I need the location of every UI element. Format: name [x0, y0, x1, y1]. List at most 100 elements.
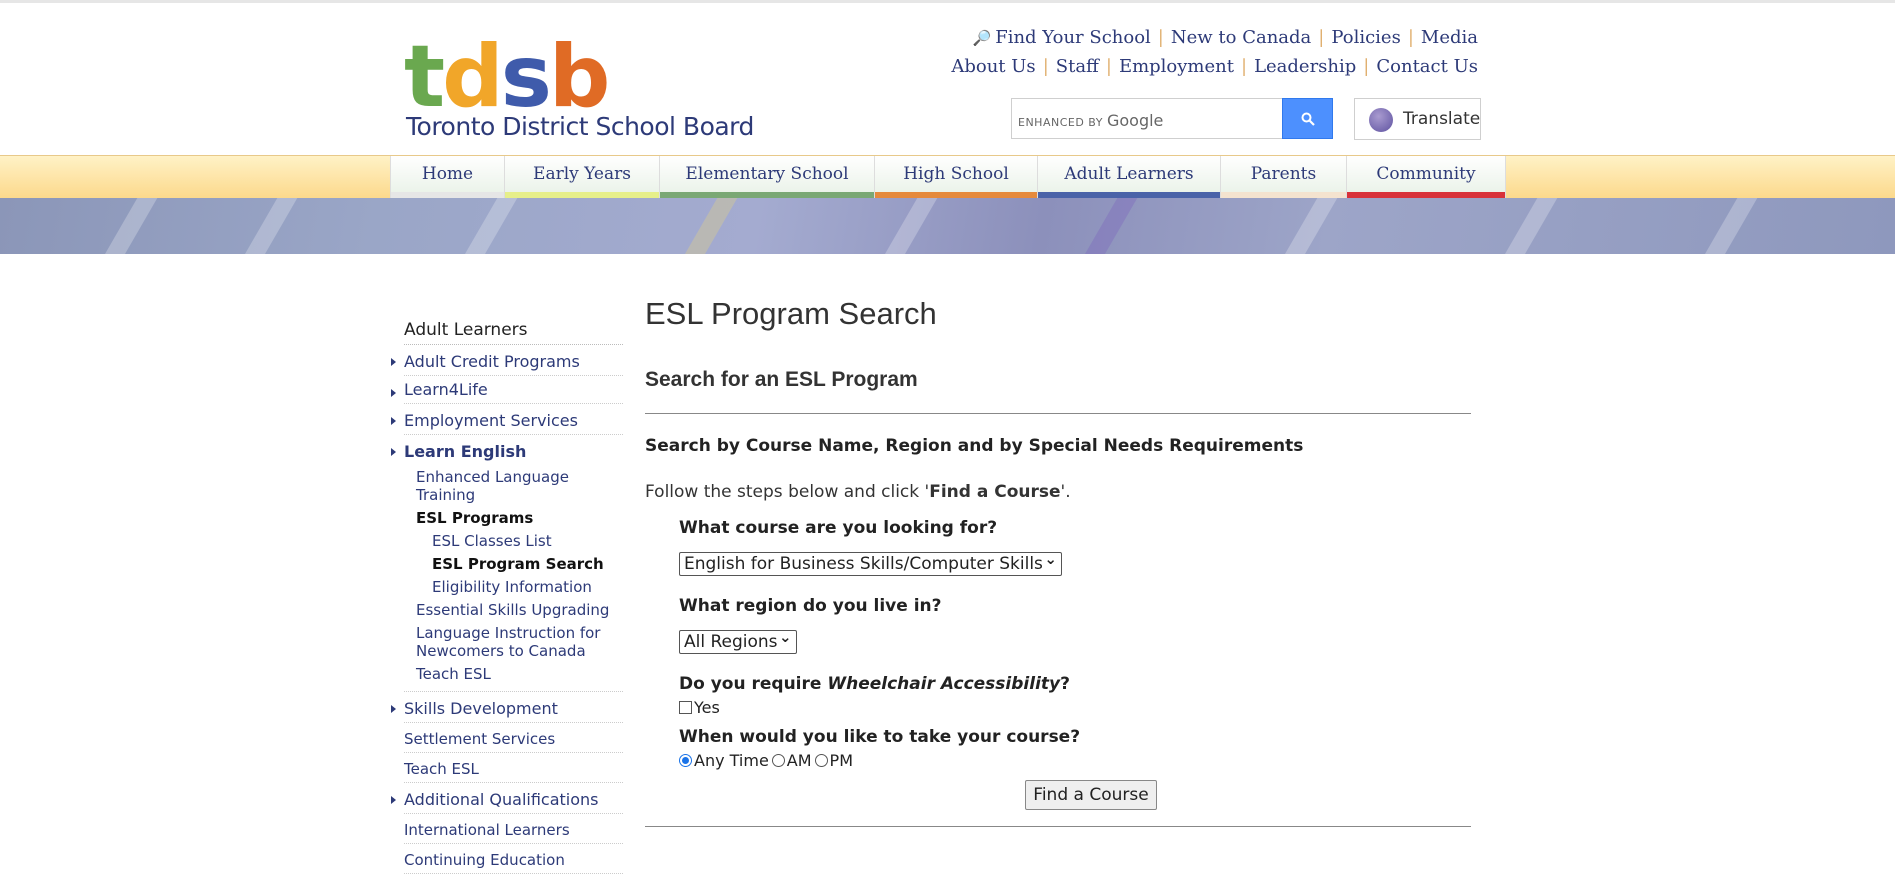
link-staff[interactable]: Staff [1056, 56, 1099, 77]
header-banner [0, 198, 1895, 254]
nav-tab-home[interactable]: Home [390, 156, 504, 198]
region-select[interactable]: All Regions [679, 628, 797, 654]
wheelchair-question-after: ? [1060, 674, 1070, 694]
nav-tab-adult-learners[interactable]: Adult Learners [1037, 156, 1220, 198]
section-subtitle: Search by Course Name, Region and by Spe… [645, 436, 1304, 456]
intro-bold: Find a Course [929, 482, 1061, 502]
intro-text: Follow the steps below and click 'Find a… [645, 482, 1471, 502]
wheelchair-checkbox[interactable] [679, 701, 692, 714]
search-icon [1301, 112, 1315, 126]
utility-links-row1: 🔎 Find Your School | New to Canada | Policies… [973, 27, 1478, 48]
nav-tab-label: Community [1376, 164, 1476, 184]
nav-tab-label: Adult Learners [1064, 164, 1194, 184]
separator: | [1042, 56, 1049, 77]
search-label-brand: Google [1106, 111, 1164, 130]
wheelchair-yes-label: Yes [694, 698, 720, 717]
link-media[interactable]: Media [1421, 27, 1478, 48]
nav-tab-elementary-school[interactable]: Elementary School [659, 156, 874, 198]
button-row: Find a Course [645, 780, 1471, 810]
wheelchair-question: Do you require Wheelchair Accessibility? [679, 674, 1471, 694]
link-find-your-school[interactable]: Find Your School [995, 27, 1151, 48]
nav-tab-community[interactable]: Community [1346, 156, 1506, 198]
sidebar-item-eligibility-information[interactable]: Eligibility Information [404, 575, 623, 598]
nav-tab-label: Parents [1250, 164, 1317, 184]
sidebar-heading[interactable]: Adult Learners [404, 320, 623, 345]
sidebar-item-adult-credit-programs[interactable]: Adult Credit Programs [391, 345, 623, 376]
wheelchair-yes-option[interactable]: Yes [679, 698, 1471, 717]
link-leadership[interactable]: Leadership [1254, 56, 1356, 77]
utility-links-row2: About Us | Staff | Employment | Leadership | Con… [951, 56, 1478, 77]
time-question: When would you like to take your course? [679, 727, 1081, 747]
sidebar-item-esl-classes-list[interactable]: ESL Classes List [404, 529, 623, 552]
top-border [0, 0, 1895, 3]
search-button[interactable] [1282, 98, 1333, 139]
logo-letter-s: s [500, 27, 552, 127]
sidebar-item-continuing-education[interactable]: Continuing Education [404, 844, 623, 874]
wheelchair-question-emphasis: Wheelchair Accessibility [827, 674, 1061, 694]
link-contact-us[interactable]: Contact Us [1376, 56, 1478, 77]
sidebar-item-skills-development[interactable]: Skills Development [391, 692, 623, 723]
link-new-to-canada[interactable]: New to Canada [1171, 27, 1311, 48]
sidebar-item-learn4life[interactable]: Learn4Life [391, 376, 623, 404]
intro-before: Follow the steps below and click ' [645, 482, 930, 502]
radio-am[interactable] [771, 754, 785, 767]
main-nav: Home Early Years Elementary School High Sch… [390, 156, 1506, 198]
sidebar-item-settlement-services[interactable]: Settlement Services [404, 723, 623, 753]
wheelchair-question-before: Do you require [679, 674, 828, 694]
find-course-button[interactable]: Find a Course [1025, 780, 1157, 810]
nav-tab-early-years[interactable]: Early Years [504, 156, 659, 198]
logo-letter-d: d [442, 27, 504, 127]
globe-icon [1369, 108, 1393, 132]
link-about-us[interactable]: About Us [951, 56, 1035, 77]
translate-button[interactable]: Translate [1354, 98, 1481, 140]
nav-tab-high-school[interactable]: High School [874, 156, 1037, 198]
magnifier-icon: 🔎 [972, 29, 992, 47]
site-search-input[interactable]: ENHANCED BY Google [1011, 98, 1333, 139]
sidebar-item-teach-esl[interactable]: Teach ESL [404, 753, 623, 783]
radio-pm-label: PM [829, 751, 853, 770]
radio-any-time[interactable] [679, 754, 692, 767]
separator: | [1105, 56, 1112, 77]
link-employment[interactable]: Employment [1119, 56, 1234, 77]
course-select[interactable]: English for Business Skills/Computer Ski… [679, 550, 1062, 576]
sidebar-item-esl-programs[interactable]: ESL Programs [404, 506, 623, 529]
intro-after: '. [1060, 482, 1071, 502]
search-label-prefix: ENHANCED BY [1018, 116, 1103, 129]
search-enhanced-label: ENHANCED BY Google [1018, 111, 1163, 130]
page-title: ESL Program Search [645, 296, 937, 331]
nav-tab-label: Elementary School [685, 164, 849, 184]
sidebar-item-teach-esl-sub[interactable]: Teach ESL [404, 662, 623, 685]
section-title: Search for an ESL Program [645, 368, 1471, 414]
sidebar-item-esl-program-search[interactable]: ESL Program Search [404, 552, 623, 575]
separator: | [1240, 56, 1248, 77]
main-content: ESL Program Search Search for an ESL Pro… [645, 296, 1471, 827]
nav-tab-parents[interactable]: Parents [1220, 156, 1346, 198]
sidebar-item-additional-qualifications[interactable]: Additional Qualifications [391, 783, 623, 814]
sidebar-group-learn-english: Learn English Enhanced Language Training… [391, 435, 623, 692]
radio-any-time-label: Any Time [694, 751, 769, 770]
sidebar-item-international-learners[interactable]: International Learners [404, 814, 623, 844]
bottom-divider [645, 826, 1471, 827]
radio-pm[interactable] [814, 754, 828, 767]
logo-letter-t: t [404, 27, 445, 127]
sidebar: Adult Learners Adult Credit Programs Lea… [391, 320, 623, 874]
nav-tab-label: Home [421, 164, 474, 184]
board-name: Toronto District School Board [406, 112, 754, 141]
sidebar-item-linc[interactable]: Language Instruction for Newcomers to Ca… [404, 621, 606, 662]
separator: | [1363, 56, 1370, 77]
sidebar-item-enhanced-language-training[interactable]: Enhanced Language Training [404, 465, 623, 506]
region-question: What region do you live in? [679, 596, 942, 616]
sidebar-item-employment-services[interactable]: Employment Services [391, 404, 623, 435]
translate-label: Translate [1403, 109, 1481, 129]
logo-letter-b: b [548, 27, 611, 127]
tdsb-logo[interactable]: tdsb Toronto District School Board [404, 27, 754, 144]
logo-mark: tdsb [404, 27, 611, 127]
radio-am-label: AM [786, 751, 812, 770]
esl-search-form: What course are you looking for? English… [679, 518, 1471, 770]
separator: | [1407, 27, 1414, 48]
sidebar-item-learn-english[interactable]: Learn English [391, 435, 623, 465]
nav-tab-label: Early Years [533, 164, 631, 184]
link-policies[interactable]: Policies [1331, 27, 1400, 48]
nav-tab-label: High School [903, 164, 1009, 184]
sidebar-item-essential-skills-upgrading[interactable]: Essential Skills Upgrading [404, 598, 623, 621]
